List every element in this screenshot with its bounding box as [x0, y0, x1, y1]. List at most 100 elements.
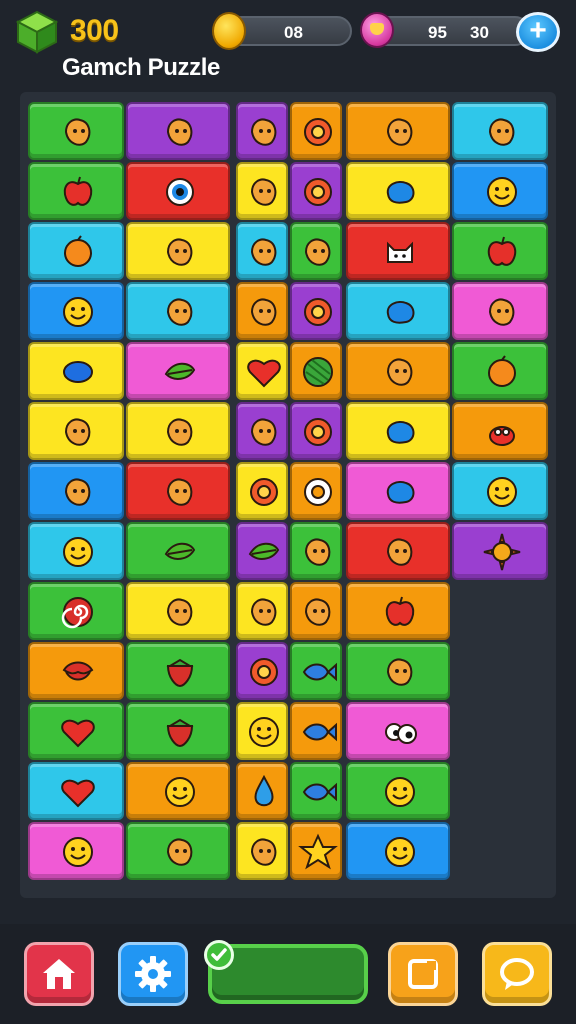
- bomb-icon: [250, 298, 277, 326]
- puzzle-tile[interactable]: [290, 222, 342, 280]
- puzzle-tile[interactable]: [28, 162, 124, 220]
- puzzle-tile[interactable]: [452, 102, 548, 160]
- ice-cream-icon: [386, 118, 413, 146]
- puzzle-tile[interactable]: [126, 582, 230, 640]
- puzzle-tile[interactable]: [126, 102, 230, 160]
- puzzle-tile[interactable]: [28, 102, 124, 160]
- puzzle-tile[interactable]: [452, 522, 548, 580]
- palm-leaf-icon: [166, 838, 193, 866]
- puzzle-tile[interactable]: [28, 642, 124, 700]
- puzzle-tile[interactable]: [346, 222, 450, 280]
- purple-monster-icon: [386, 658, 413, 686]
- puzzle-tile[interactable]: [290, 102, 342, 160]
- blob-icon: [386, 181, 415, 204]
- gear-icon: [135, 956, 171, 992]
- puzzle-tile[interactable]: [126, 402, 230, 460]
- puzzle-tile[interactable]: [290, 402, 342, 460]
- ring-icon: [304, 178, 332, 206]
- puzzle-tile[interactable]: [346, 282, 450, 340]
- leaf-creature-icon: [166, 118, 193, 146]
- puzzle-tile[interactable]: [346, 162, 450, 220]
- puzzle-tile[interactable]: [452, 282, 548, 340]
- puzzle-tile[interactable]: [452, 462, 548, 520]
- puzzle-tile[interactable]: [126, 222, 230, 280]
- puzzle-tile[interactable]: [236, 642, 288, 700]
- cards-button[interactable]: [388, 942, 458, 1006]
- puzzle-tile[interactable]: [452, 402, 548, 460]
- puzzle-tile[interactable]: [236, 522, 288, 580]
- puzzle-tile[interactable]: [236, 702, 288, 760]
- apple-icon: [385, 596, 415, 626]
- puzzle-tile[interactable]: [236, 162, 288, 220]
- puzzle-tile[interactable]: [346, 522, 450, 580]
- leaf-icon: [164, 362, 196, 380]
- puzzle-tile[interactable]: [236, 582, 288, 640]
- puzzle-tile[interactable]: [290, 762, 342, 820]
- puzzle-tile[interactable]: [346, 342, 450, 400]
- puzzle-tile[interactable]: [126, 162, 230, 220]
- green-monster-icon: [488, 298, 515, 326]
- banana-icon: [166, 238, 193, 266]
- feather-icon: [64, 418, 91, 446]
- puzzle-tile[interactable]: [126, 342, 230, 400]
- puzzle-tile[interactable]: [28, 402, 124, 460]
- green-cube-icon: [16, 10, 58, 54]
- puzzle-tile[interactable]: [346, 762, 450, 820]
- puzzle-tile[interactable]: [452, 222, 548, 280]
- puzzle-tile[interactable]: [290, 642, 342, 700]
- puzzle-tile[interactable]: [236, 462, 288, 520]
- puzzle-tile[interactable]: [346, 702, 450, 760]
- puzzle-tile[interactable]: [28, 522, 124, 580]
- puzzle-tile[interactable]: [28, 822, 124, 880]
- puzzle-tile[interactable]: [236, 222, 288, 280]
- bean-icon: [63, 361, 93, 383]
- puzzle-tile[interactable]: [28, 582, 124, 640]
- coin-icon: [212, 12, 246, 50]
- puzzle-tile[interactable]: [236, 402, 288, 460]
- puzzle-tile[interactable]: [28, 702, 124, 760]
- puzzle-tile[interactable]: [346, 102, 450, 160]
- puzzle-tile[interactable]: [290, 582, 342, 640]
- puzzle-tile[interactable]: [236, 102, 288, 160]
- puzzle-tile[interactable]: [346, 822, 450, 880]
- puzzle-tile[interactable]: [346, 582, 450, 640]
- puzzle-tile[interactable]: [126, 522, 230, 580]
- puzzle-tile[interactable]: [126, 462, 230, 520]
- add-currency-button[interactable]: +: [516, 12, 560, 52]
- puzzle-tile[interactable]: [28, 762, 124, 820]
- puzzle-tile[interactable]: [28, 222, 124, 280]
- chat-button[interactable]: [482, 942, 552, 1006]
- puzzle-tile[interactable]: [126, 702, 230, 760]
- smiley-icon: [63, 537, 93, 567]
- puzzle-tile[interactable]: [126, 642, 230, 700]
- puzzle-tile[interactable]: [236, 342, 288, 400]
- puzzle-tile[interactable]: [236, 822, 288, 880]
- yarn-ball-icon: [304, 238, 331, 266]
- puzzle-tile[interactable]: [28, 462, 124, 520]
- settings-button[interactable]: [118, 942, 188, 1006]
- puzzle-tile[interactable]: [346, 462, 450, 520]
- puzzle-tile[interactable]: [452, 162, 548, 220]
- swirl-icon: [61, 597, 93, 629]
- puzzle-tile[interactable]: [290, 522, 342, 580]
- home-button[interactable]: [24, 942, 94, 1006]
- starfruit-icon: [166, 598, 193, 626]
- puzzle-tile[interactable]: [290, 282, 342, 340]
- puzzle-tile[interactable]: [290, 822, 342, 880]
- puzzle-tile[interactable]: [126, 762, 230, 820]
- puzzle-tile[interactable]: [346, 642, 450, 700]
- puzzle-tile[interactable]: [28, 282, 124, 340]
- star-icon: [298, 833, 338, 870]
- puzzle-tile[interactable]: [452, 342, 548, 400]
- puzzle-tile[interactable]: [236, 762, 288, 820]
- puzzle-tile[interactable]: [126, 282, 230, 340]
- puzzle-tile[interactable]: [290, 342, 342, 400]
- puzzle-tile[interactable]: [290, 702, 342, 760]
- puzzle-tile[interactable]: [236, 282, 288, 340]
- puzzle-tile[interactable]: [126, 822, 230, 880]
- puzzle-tile[interactable]: [346, 402, 450, 460]
- puzzle-tile[interactable]: [290, 162, 342, 220]
- puzzle-tile[interactable]: [28, 342, 124, 400]
- berry-icon: [250, 238, 277, 266]
- puzzle-tile[interactable]: [290, 462, 342, 520]
